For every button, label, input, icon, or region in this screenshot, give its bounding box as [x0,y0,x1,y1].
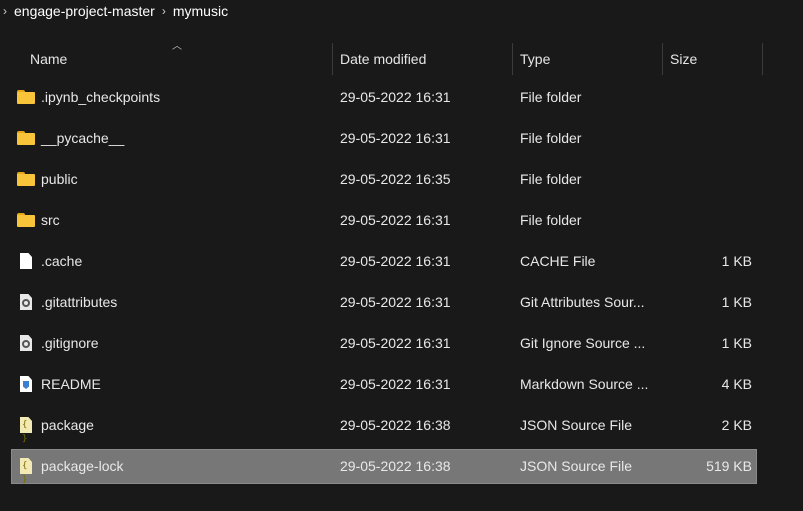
file-date-modified: 29-05-2022 16:31 [340,130,451,146]
file-name: .ipynb_checkpoints [41,89,161,105]
file-row[interactable]: .gitattributes 29-05-2022 16:31 Git Attrib… [12,286,756,319]
file-row[interactable]: public 29-05-2022 16:35 File folder [12,163,756,196]
file-row[interactable]: __pycache__ 29-05-2022 16:31 File folder [12,122,756,155]
file-date-modified: 29-05-2022 16:31 [340,376,451,392]
file-row[interactable]: .ipynb_checkpoints 29-05-2022 16:31 File f… [12,81,756,114]
file-date-modified: 29-05-2022 16:38 [340,458,451,474]
breadcrumb-item-engage-project-master[interactable]: engage-project-master [10,3,159,19]
file-size: 4 KB [721,376,752,392]
file-icon [17,253,35,270]
file-date-modified: 29-05-2022 16:31 [340,294,451,310]
file-name: .gitattributes [41,294,118,310]
file-name: __pycache__ [41,130,125,146]
json-file-icon: { } [17,458,35,485]
file-name: package [41,417,94,433]
column-header-name[interactable]: Name [30,43,330,75]
file-date-modified: 29-05-2022 16:31 [340,335,451,351]
file-name: public [41,171,78,187]
folder-icon [17,212,35,229]
column-header-row: ︿ Name Date modified Type Size [0,41,803,75]
column-header-date-modified[interactable]: Date modified [340,43,510,75]
file-size: 1 KB [721,335,752,351]
file-size: 1 KB [721,294,752,310]
file-date-modified: 29-05-2022 16:38 [340,417,451,433]
column-divider[interactable] [762,43,763,75]
chevron-right-icon[interactable]: › [159,4,169,18]
file-name: package-lock [41,458,124,474]
file-name: .gitignore [41,335,99,351]
file-type: File folder [520,212,582,228]
breadcrumb-item-mymusic[interactable]: mymusic [169,3,232,19]
column-divider[interactable] [332,43,333,75]
file-type: File folder [520,130,582,146]
file-row[interactable]: README 29-05-2022 16:31 Markdown Source ..… [12,368,756,401]
folder-icon [17,130,35,147]
file-date-modified: 29-05-2022 16:31 [340,212,451,228]
file-date-modified: 29-05-2022 16:31 [340,253,451,269]
file-type: JSON Source File [520,458,633,474]
file-type: JSON Source File [520,417,633,433]
column-header-size[interactable]: Size [670,43,760,75]
file-type: File folder [520,89,582,105]
file-size: 1 KB [721,253,752,269]
folder-icon [17,171,35,188]
chevron-right-icon[interactable]: › [0,4,10,18]
settings-file-icon [17,335,35,352]
column-divider[interactable] [512,43,513,75]
settings-file-icon [17,294,35,311]
file-row[interactable]: src 29-05-2022 16:31 File folder [12,204,756,237]
file-type: Markdown Source ... [520,376,649,392]
file-date-modified: 29-05-2022 16:31 [340,89,451,105]
file-row[interactable]: .gitignore 29-05-2022 16:31 Git Ignore Sou… [12,327,756,360]
breadcrumb: › engage-project-master › mymusic [0,0,803,22]
file-row[interactable]: { } package-lock 29-05-2022 16:38 JSON Sour… [11,449,757,485]
file-name: README [41,376,101,392]
column-divider[interactable] [662,43,663,75]
json-file-icon: { } [17,417,35,444]
file-date-modified: 29-05-2022 16:35 [340,171,451,187]
file-size: 2 KB [721,417,752,433]
file-name: src [41,212,60,228]
file-size: 519 KB [706,458,752,474]
file-type: File folder [520,171,582,187]
file-row[interactable]: { } package 29-05-2022 16:38 JSON Source Fi… [12,409,756,444]
file-type: Git Attributes Sour... [520,294,645,310]
file-type: CACHE File [520,253,596,269]
column-header-type[interactable]: Type [520,43,660,75]
file-row[interactable]: .cache 29-05-2022 16:31 CACHE File 1 KB [12,245,756,278]
file-name: .cache [41,253,83,269]
file-type: Git Ignore Source ... [520,335,646,351]
markdown-file-icon [17,376,35,393]
folder-icon [17,89,35,106]
